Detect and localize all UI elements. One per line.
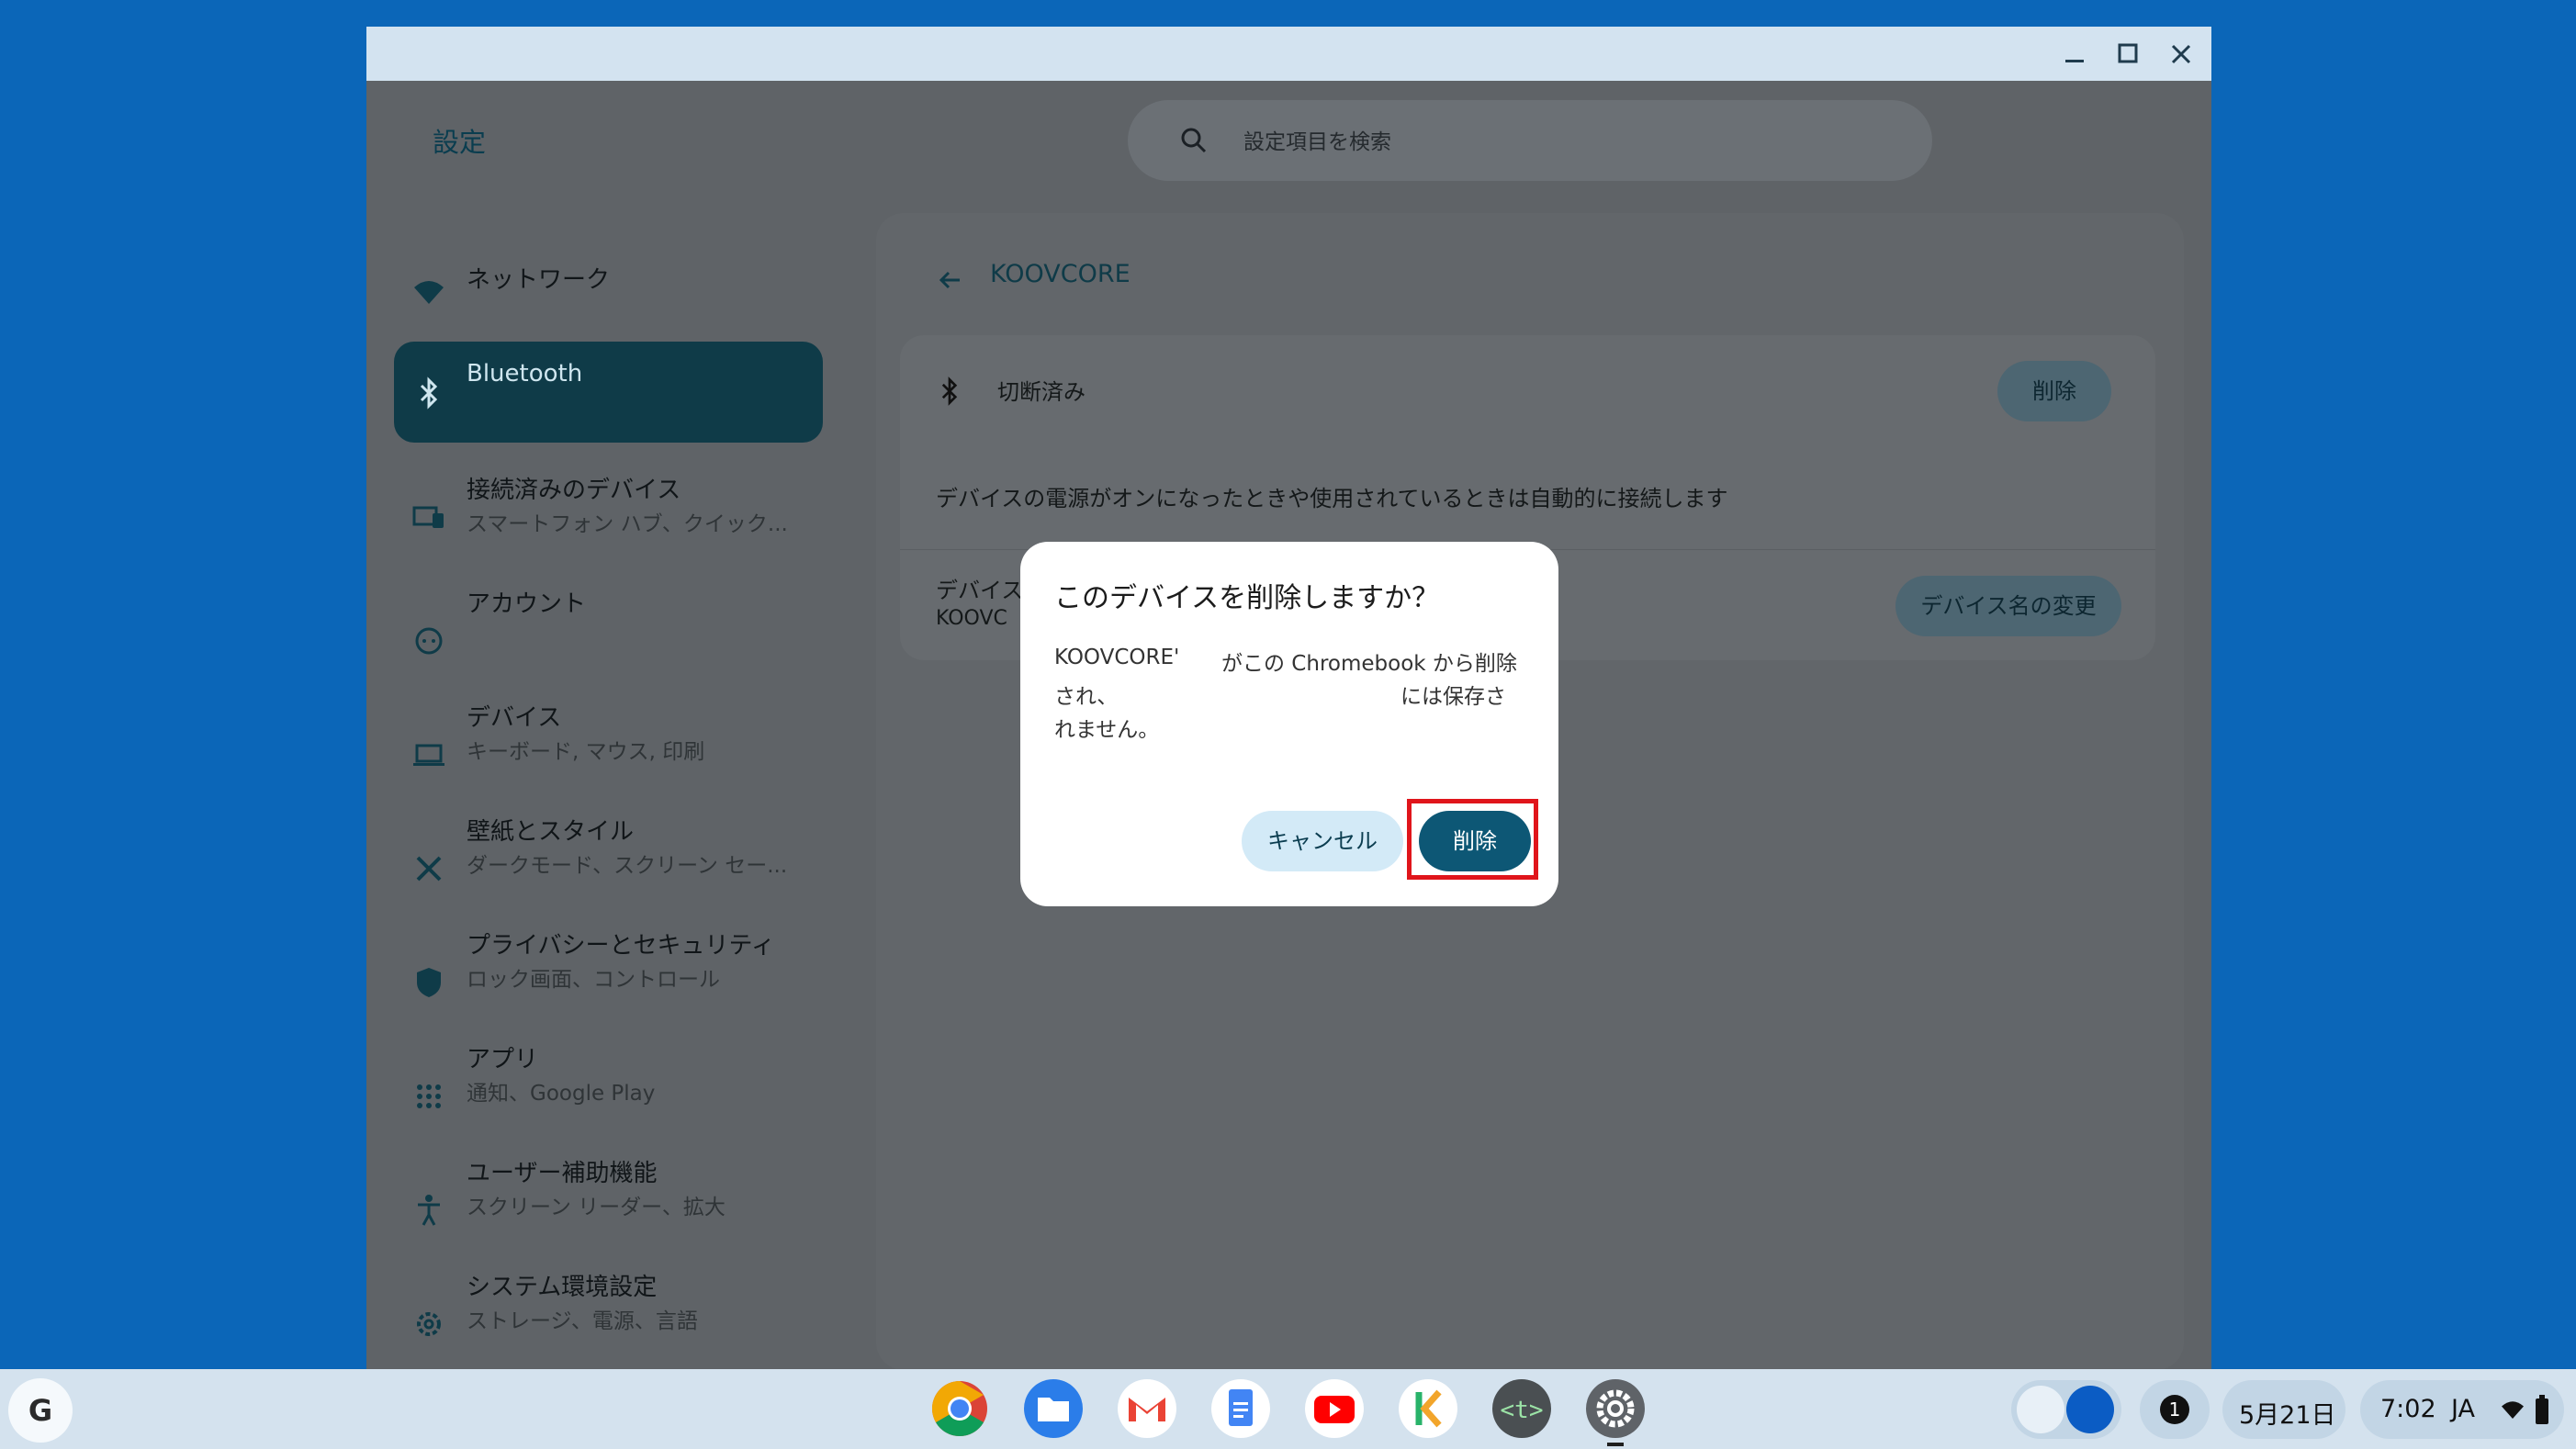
- close-icon: [2171, 44, 2191, 64]
- minimize-button[interactable]: [2056, 36, 2093, 73]
- svg-text:<t>: <t>: [1501, 1397, 1544, 1424]
- dialog-message-line3: れません。: [1054, 718, 1160, 742]
- close-button[interactable]: [2163, 36, 2199, 73]
- battery-icon: [2536, 1395, 2548, 1424]
- sidebar-item-label: 壁紙とスタイル: [467, 818, 635, 846]
- device-name-label: デバイス: [936, 578, 1024, 603]
- auto-connect-text: デバイスの電源がオンになったときや使用されているときは自動的に接続します: [936, 486, 1728, 511]
- ime-text: JA: [2451, 1395, 2475, 1423]
- launcher-button[interactable]: G: [8, 1378, 73, 1443]
- dialog-message-line2a: され、: [1054, 685, 1119, 709]
- sidebar-item-privacy[interactable]: プライバシーとセキュリティ ロック画面、コントロール: [394, 921, 823, 1022]
- sidebar-item-label: プライバシーとセキュリティ: [467, 932, 775, 960]
- sidebar-item-label: アプリ: [467, 1046, 539, 1073]
- time-text: 7:02: [2380, 1395, 2436, 1423]
- k-app-icon[interactable]: [1397, 1377, 1459, 1440]
- wifi-icon: [411, 275, 447, 311]
- accessibility-icon: [411, 1192, 447, 1229]
- laptop-icon: [411, 736, 447, 773]
- date-text: 5月21日: [2239, 1401, 2336, 1430]
- search-placeholder: 設定項目を検索: [1243, 130, 1391, 154]
- gmail-icon[interactable]: [1116, 1377, 1178, 1440]
- dialog-message-line2b: には保存さ: [1400, 685, 1506, 709]
- sidebar-item-sublabel: 通知、Google Play: [467, 1082, 656, 1106]
- bluetooth-icon: [941, 376, 958, 406]
- settings-icon[interactable]: [1584, 1377, 1647, 1440]
- phone-hub-left: [2017, 1386, 2064, 1433]
- phone-hub-toggle[interactable]: [2011, 1380, 2121, 1439]
- sidebar-item-label: ネットワーク: [467, 266, 611, 294]
- gear-icon: [411, 1306, 447, 1342]
- search-icon: [1181, 128, 1207, 153]
- sidebar-item-label: Bluetooth: [467, 360, 583, 388]
- sidebar-item-bluetooth[interactable]: Bluetooth: [394, 342, 823, 443]
- dialog-message-line1: がこの Chromebook から削除: [1221, 652, 1517, 676]
- sidebar-item-sublabel: ストレージ、電源、言語: [467, 1309, 698, 1333]
- dialog-title: このデバイスを削除しますか？: [1054, 582, 1440, 614]
- sidebar-item-sublabel: スマートフォン ハブ、クイック...: [467, 512, 788, 536]
- sidebar-item-sublabel: ダークモード、スクリーン セー...: [467, 854, 788, 878]
- back-arrow-icon: [939, 271, 960, 289]
- sidebar-item-connected-devices[interactable]: 接続済みのデバイス スマートフォン ハブ、クイック...: [394, 466, 823, 567]
- sidebar-item-accessibility[interactable]: ユーザー補助機能 スクリーン リーダー、拡大: [394, 1149, 823, 1250]
- maximize-icon: [2118, 43, 2138, 63]
- launcher-label: G: [28, 1393, 53, 1428]
- sidebar-item-sublabel: スクリーン リーダー、拡大: [467, 1196, 726, 1219]
- sidebar-item-wallpaper[interactable]: 壁紙とスタイル ダークモード、スクリーン セー...: [394, 807, 823, 908]
- dialog-message-device: KOOVCORE': [1054, 646, 1180, 669]
- connection-status: 切断済み: [997, 379, 1086, 405]
- terminal-icon[interactable]: <t>: [1490, 1377, 1553, 1440]
- active-app-indicator: [1607, 1443, 1624, 1446]
- sidebar-item-sublabel: ロック画面、コントロール: [467, 968, 720, 992]
- wifi-icon: [2502, 1401, 2524, 1419]
- notification-badge-button[interactable]: 1: [2140, 1380, 2210, 1439]
- rename-device-button[interactable]: デバイス名の変更: [1895, 576, 2121, 636]
- search-bar[interactable]: 設定項目を検索: [1128, 100, 1932, 181]
- sidebar-item-label: ユーザー補助機能: [467, 1160, 658, 1187]
- sidebar-item-system[interactable]: システム環境設定 ストレージ、電源、言語: [394, 1263, 823, 1364]
- chrome-icon[interactable]: [928, 1377, 991, 1440]
- bluetooth-icon: [411, 375, 447, 411]
- sidebar-item-label: デバイス: [467, 704, 562, 732]
- sidebar-item-sublabel: キーボード, マウス, 印刷: [467, 740, 705, 764]
- youtube-icon[interactable]: [1303, 1377, 1366, 1440]
- minimize-icon: [2065, 60, 2084, 62]
- account-icon: [411, 623, 447, 659]
- apps-grid-icon: [411, 1078, 447, 1115]
- maximize-button[interactable]: [2109, 36, 2146, 73]
- sidebar-item-network[interactable]: ネットワーク: [394, 231, 823, 332]
- back-button[interactable]: [930, 260, 971, 300]
- app-title: 設定: [433, 127, 487, 158]
- device-name-value: KOOVC: [936, 607, 1007, 630]
- sidebar-item-label: アカウント: [467, 590, 587, 618]
- status-area[interactable]: 7:02 JA: [2360, 1380, 2564, 1439]
- phone-hub-right: [2066, 1386, 2114, 1433]
- connected-devices-icon: [411, 499, 447, 535]
- shield-icon: [411, 964, 447, 1001]
- remove-device-button[interactable]: 削除: [1997, 361, 2111, 421]
- page-title: KOOVCORE: [990, 260, 1131, 288]
- sidebar-item-label: システム環境設定: [467, 1274, 658, 1301]
- docs-icon[interactable]: [1209, 1377, 1272, 1440]
- delete-button-highlight: [1407, 799, 1538, 880]
- sidebar-item-label: 接続済みのデバイス: [467, 477, 681, 504]
- sidebar-item-account[interactable]: アカウント: [394, 579, 823, 680]
- cancel-button[interactable]: キャンセル: [1242, 811, 1403, 871]
- palette-icon: [411, 850, 447, 887]
- notification-count: 1: [2160, 1395, 2189, 1424]
- files-icon[interactable]: [1022, 1377, 1085, 1440]
- title-bar: [366, 27, 2211, 81]
- date-button[interactable]: 5月21日: [2222, 1380, 2345, 1439]
- sidebar-item-apps[interactable]: アプリ 通知、Google Play: [394, 1035, 823, 1136]
- sidebar-item-device[interactable]: デバイス キーボード, マウス, 印刷: [394, 693, 823, 794]
